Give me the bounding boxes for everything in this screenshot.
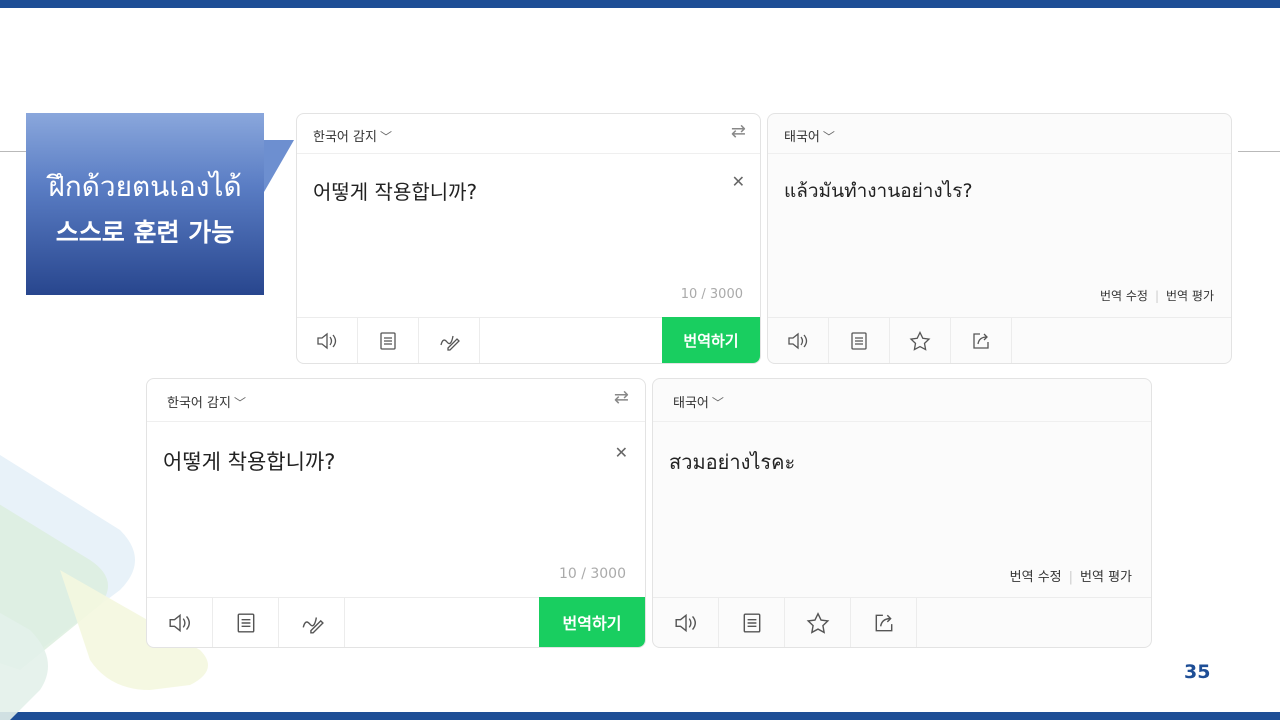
speaker-icon[interactable] bbox=[653, 598, 719, 647]
swap-icon[interactable]: ⇄ bbox=[614, 387, 629, 408]
translation-feedback: 번역 수정 | 번역 평가 bbox=[1099, 289, 1214, 303]
header-divider bbox=[768, 153, 1231, 154]
document-icon[interactable] bbox=[358, 318, 419, 363]
translation-feedback: 번역 수정 | 번역 평가 bbox=[1009, 570, 1132, 585]
speaker-icon[interactable] bbox=[768, 318, 829, 363]
target-toolbar bbox=[653, 597, 1151, 647]
target-language-label: 태국어 bbox=[784, 130, 820, 145]
source-language-selector[interactable]: 한국어 감지 ﹀ bbox=[313, 126, 392, 145]
edit-translation-link[interactable]: 번역 수정 bbox=[1010, 570, 1062, 585]
document-icon[interactable] bbox=[213, 598, 279, 647]
translate-button[interactable]: 번역하기 bbox=[662, 317, 760, 363]
document-icon[interactable] bbox=[719, 598, 785, 647]
target-language-label: 태국어 bbox=[673, 396, 709, 411]
chevron-down-icon: ﹀ bbox=[711, 396, 724, 410]
share-icon[interactable] bbox=[851, 598, 917, 647]
rate-translation-link[interactable]: 번역 평가 bbox=[1166, 289, 1214, 303]
close-icon[interactable]: ✕ bbox=[615, 443, 628, 462]
star-icon[interactable] bbox=[785, 598, 851, 647]
header-divider bbox=[297, 153, 760, 154]
bottom-source-panel: 한국어 감지 ﹀ ⇄ 어떻게 착용합니까? ✕ 10 / 3000 번역하기 bbox=[146, 378, 646, 648]
source-language-label: 한국어 감지 bbox=[167, 396, 231, 411]
source-language-selector[interactable]: 한국어 감지 ﹀ bbox=[167, 392, 246, 411]
callout-pointer bbox=[264, 140, 294, 192]
page-number: 35 bbox=[1184, 661, 1211, 683]
source-language-label: 한국어 감지 bbox=[313, 130, 377, 145]
chevron-down-icon: ﹀ bbox=[379, 130, 392, 144]
header-divider bbox=[147, 421, 645, 422]
top-accent-bar bbox=[0, 0, 1280, 8]
rate-translation-link[interactable]: 번역 평가 bbox=[1080, 570, 1132, 585]
divider-line-right bbox=[1238, 151, 1280, 152]
chevron-down-icon: ﹀ bbox=[822, 130, 835, 144]
character-count: 10 / 3000 bbox=[558, 566, 626, 582]
translated-text: สวมอย่างไรคะ bbox=[669, 450, 796, 474]
callout-korean-text: 스스로 훈련 가능 bbox=[55, 218, 235, 247]
source-text[interactable]: 어떻게 작용합니까? bbox=[313, 176, 477, 205]
edit-translation-link[interactable]: 번역 수정 bbox=[1100, 289, 1148, 303]
bottom-target-panel: 태국어 ﹀ สวมอย่างไรคะ 번역 수정 | 번역 평가 bbox=[652, 378, 1152, 648]
callout-box: ฝึกด้วยตนเองได้ 스스로 훈련 가능 bbox=[26, 113, 264, 295]
callout-thai-text: ฝึกด้วยตนเองได้ bbox=[48, 170, 242, 203]
target-language-selector[interactable]: 태국어 ﹀ bbox=[673, 392, 724, 411]
character-count: 10 / 3000 bbox=[680, 287, 743, 302]
top-source-panel: 한국어 감지 ﹀ ⇄ 어떻게 작용합니까? ✕ 10 / 3000 번역하기 bbox=[296, 113, 761, 364]
chevron-down-icon: ﹀ bbox=[233, 396, 246, 410]
translated-text: แล้วมันทำงานอย่างไร? bbox=[784, 180, 973, 202]
header-divider bbox=[653, 421, 1151, 422]
top-target-panel: 태국어 ﹀ แล้วมันทำงานอย่างไร? 번역 수정 | 번역 평가 bbox=[767, 113, 1232, 364]
divider-line-left bbox=[0, 151, 26, 152]
target-toolbar bbox=[768, 317, 1231, 363]
star-icon[interactable] bbox=[890, 318, 951, 363]
document-icon[interactable] bbox=[829, 318, 890, 363]
target-language-selector[interactable]: 태국어 ﹀ bbox=[784, 126, 835, 145]
speaker-icon[interactable] bbox=[147, 598, 213, 647]
share-icon[interactable] bbox=[951, 318, 1012, 363]
handwriting-icon[interactable] bbox=[419, 318, 480, 363]
speaker-icon[interactable] bbox=[297, 318, 358, 363]
swap-icon[interactable]: ⇄ bbox=[731, 121, 746, 142]
source-text[interactable]: 어떻게 착용합니까? bbox=[163, 446, 335, 476]
handwriting-icon[interactable] bbox=[279, 598, 345, 647]
close-icon[interactable]: ✕ bbox=[732, 172, 745, 191]
translate-button[interactable]: 번역하기 bbox=[539, 597, 645, 647]
